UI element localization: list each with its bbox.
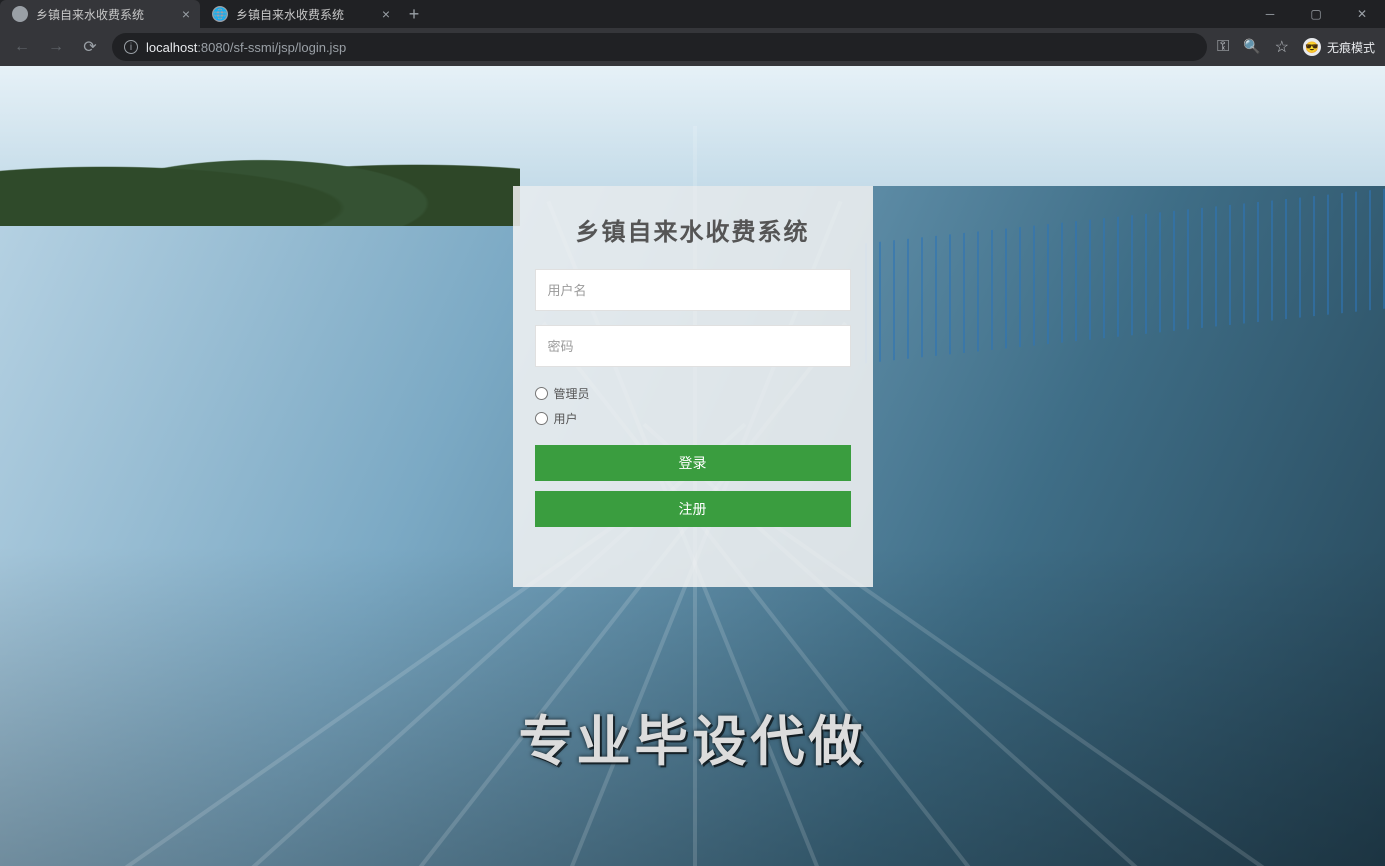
tab-close-button[interactable]: × [382, 7, 390, 21]
incognito-icon: 😎 [1303, 38, 1321, 56]
incognito-label: 无痕模式 [1327, 39, 1375, 56]
nav-back-button[interactable]: ← [10, 35, 34, 59]
browser-tab-2[interactable]: 乡镇自来水收费系统 × [200, 0, 400, 28]
site-info-icon[interactable]: i [124, 40, 138, 54]
role-admin-option[interactable]: 管理员 [535, 385, 851, 402]
incognito-indicator[interactable]: 😎 无痕模式 [1303, 38, 1375, 56]
username-input[interactable] [535, 269, 851, 311]
bookmark-star-icon[interactable] [1275, 37, 1289, 57]
login-title: 乡镇自来水收费系统 [535, 212, 851, 247]
new-tab-button[interactable]: + [400, 0, 428, 28]
role-user-label: 用户 [554, 410, 578, 427]
nav-forward-button[interactable]: → [44, 35, 68, 59]
browser-tab-1[interactable]: 乡镇自来水收费系统 × [0, 0, 200, 28]
bg-railing [865, 189, 1385, 364]
tab-title: 乡镇自来水收费系统 [236, 6, 374, 23]
browser-toolbar: ← → ⟳ i localhost:8080/sf-ssmi/jsp/login… [0, 28, 1385, 66]
password-key-icon[interactable] [1217, 38, 1229, 56]
window-close-button[interactable]: ✕ [1339, 0, 1385, 28]
toolbar-right-icons: 😎 无痕模式 [1217, 37, 1375, 57]
bg-trees [0, 136, 520, 226]
globe-icon [212, 6, 228, 22]
role-user-radio[interactable] [535, 412, 548, 425]
tab-close-button[interactable]: × [182, 7, 190, 21]
role-admin-label: 管理员 [554, 385, 590, 402]
zoom-icon[interactable] [1243, 38, 1260, 56]
tab-title: 乡镇自来水收费系统 [36, 6, 174, 23]
watermark-text: 专业毕设代做 [519, 697, 867, 776]
tab-favicon [12, 6, 28, 22]
address-bar[interactable]: i localhost:8080/sf-ssmi/jsp/login.jsp [112, 33, 1207, 61]
window-maximize-button[interactable]: ▢ [1293, 0, 1339, 28]
login-card: 乡镇自来水收费系统 管理员 用户 登录 注册 [513, 186, 873, 587]
url-text: localhost:8080/sf-ssmi/jsp/login.jsp [146, 40, 346, 55]
window-minimize-button[interactable]: ─ [1247, 0, 1293, 28]
role-user-option[interactable]: 用户 [535, 410, 851, 427]
login-button[interactable]: 登录 [535, 445, 851, 481]
register-button[interactable]: 注册 [535, 491, 851, 527]
browser-tabstrip: 乡镇自来水收费系统 × 乡镇自来水收费系统 × + ─ ▢ ✕ [0, 0, 1385, 28]
nav-reload-button[interactable]: ⟳ [78, 35, 102, 59]
password-input[interactable] [535, 325, 851, 367]
role-admin-radio[interactable] [535, 387, 548, 400]
window-controls: ─ ▢ ✕ [1247, 0, 1385, 28]
page-viewport: 乡镇自来水收费系统 管理员 用户 登录 注册 专业毕设代做 [0, 66, 1385, 866]
